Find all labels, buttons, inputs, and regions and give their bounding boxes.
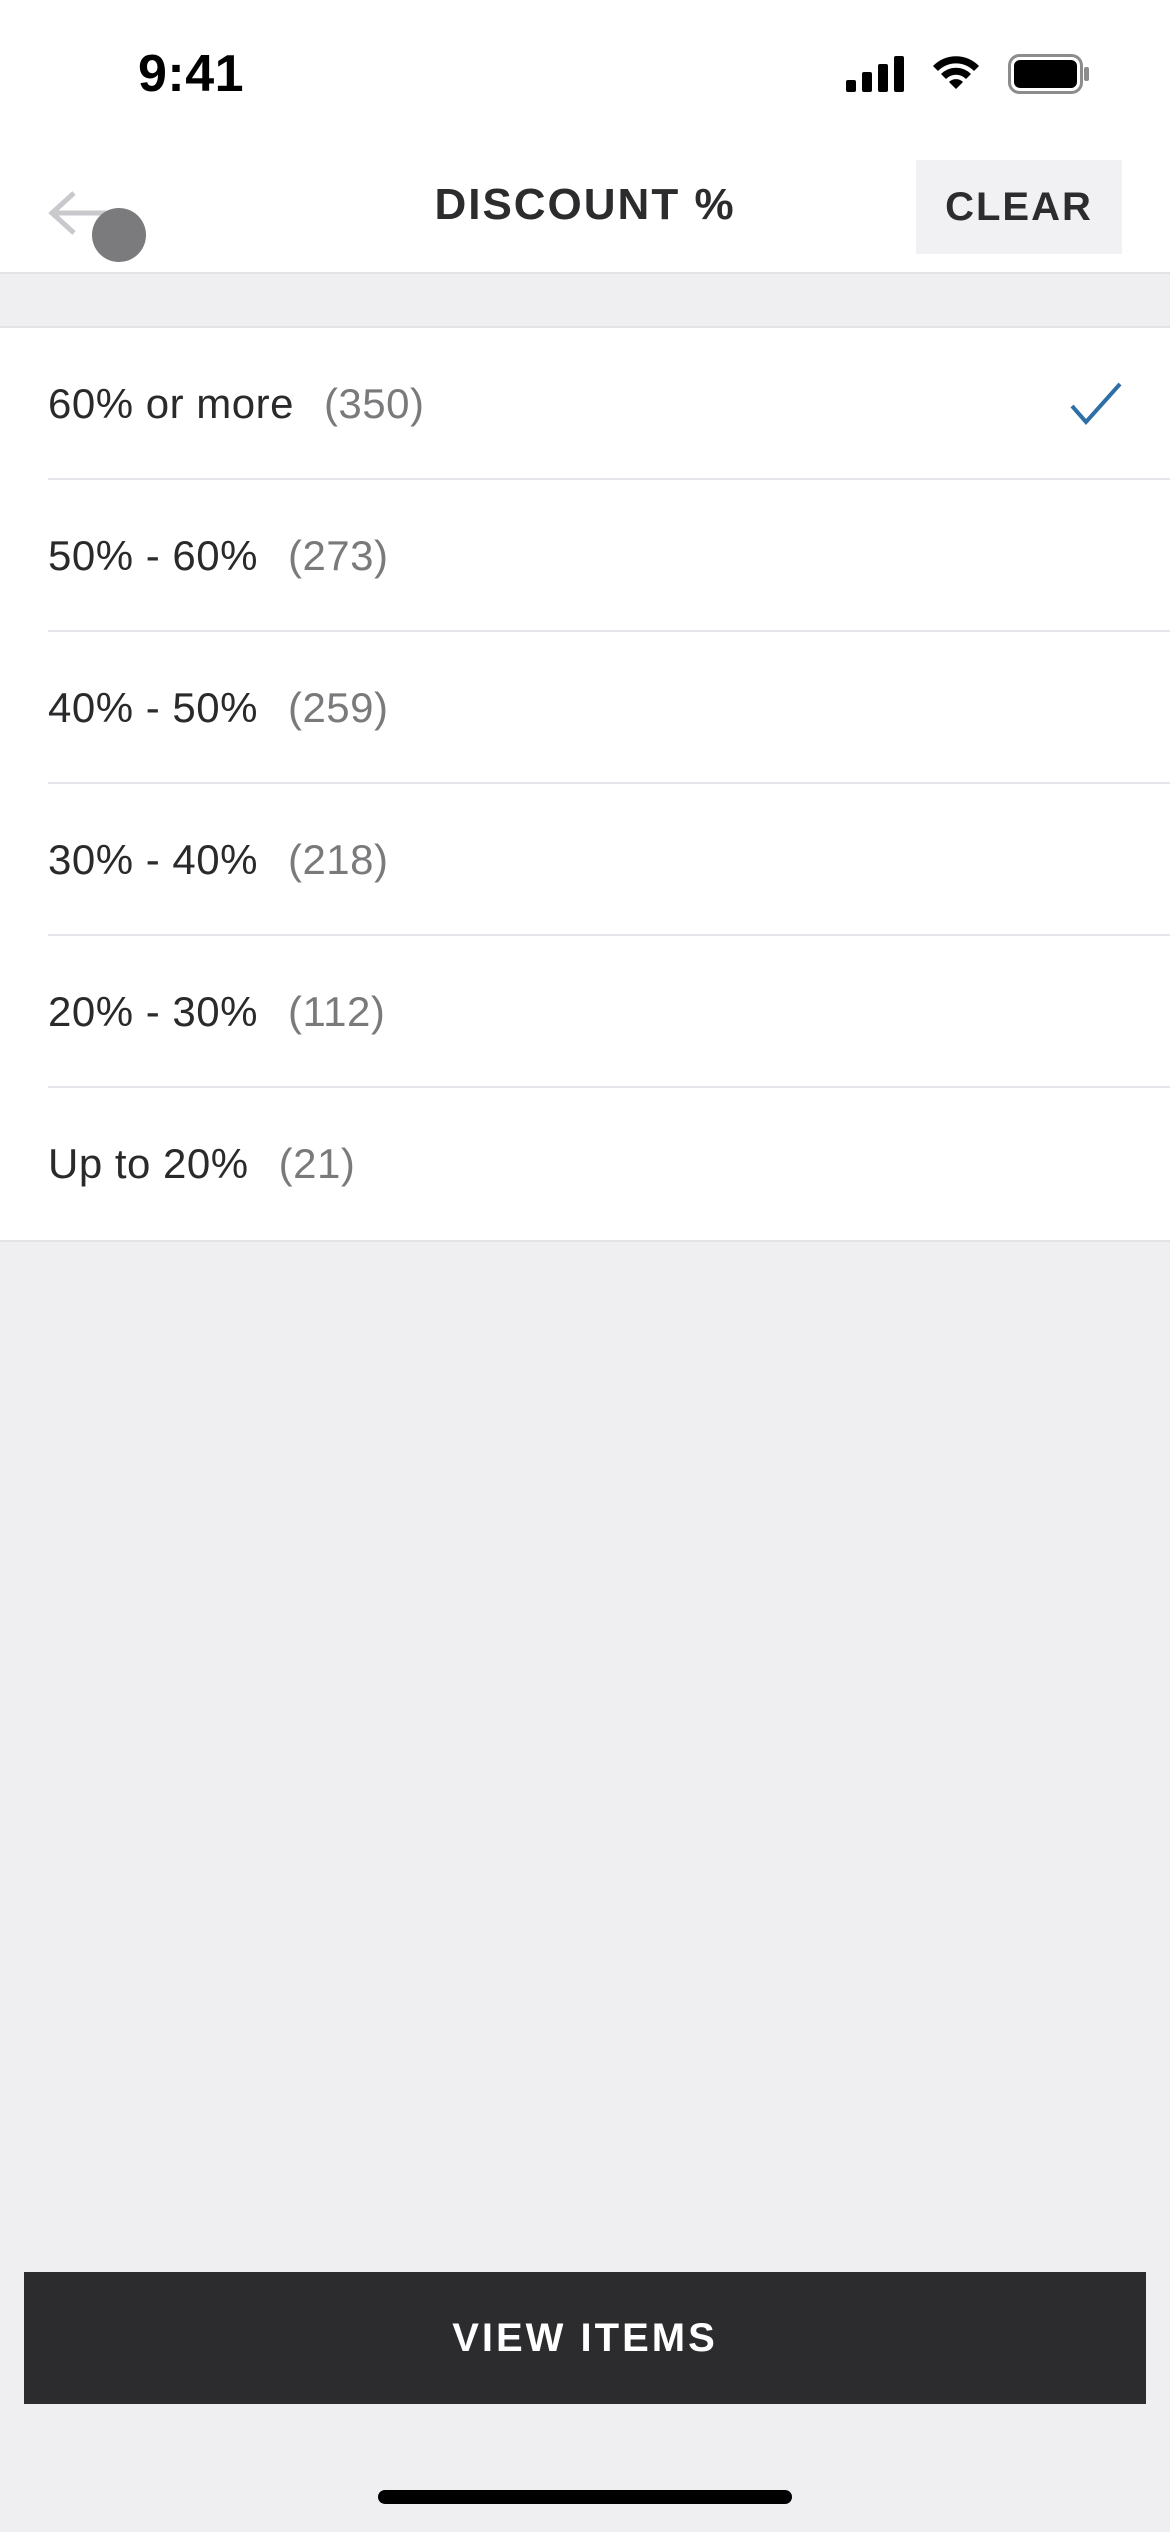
header: DISCOUNT % CLEAR: [0, 150, 1170, 274]
option-row-40-50[interactable]: 40% - 50% (259): [0, 632, 1170, 784]
option-label: 20% - 30%: [48, 988, 258, 1035]
option-count: (218): [287, 836, 389, 883]
option-label: 30% - 40%: [48, 836, 258, 883]
option-count: (21): [278, 1140, 356, 1187]
option-label: 60% or more: [48, 380, 294, 427]
option-label: 50% - 60%: [48, 532, 258, 579]
option-label: 40% - 50%: [48, 684, 258, 731]
option-row-60-plus[interactable]: 60% or more (350): [0, 328, 1170, 480]
option-row-50-60[interactable]: 50% - 60% (273): [0, 480, 1170, 632]
view-items-button[interactable]: VIEW ITEMS: [24, 2272, 1146, 2404]
option-count: (273): [287, 532, 389, 579]
status-icons: [846, 54, 1090, 99]
clear-button[interactable]: CLEAR: [916, 160, 1122, 254]
wifi-icon: [930, 55, 982, 98]
option-count: (112): [287, 988, 386, 1035]
status-bar: 9:41: [0, 0, 1170, 150]
home-indicator: [378, 2490, 792, 2504]
checkmark-icon: [1070, 382, 1122, 426]
status-time: 9:41: [138, 45, 245, 103]
cellular-signal-icon: [846, 56, 904, 97]
option-row-20-30[interactable]: 20% - 30% (112): [0, 936, 1170, 1088]
discount-options-list: 60% or more (350) 50% - 60% (273) 40% - …: [0, 326, 1170, 1242]
option-row-30-40[interactable]: 30% - 40% (218): [0, 784, 1170, 936]
option-label: Up to 20%: [48, 1140, 249, 1187]
option-count: (259): [287, 684, 389, 731]
option-count: (350): [323, 380, 425, 427]
battery-icon: [1008, 54, 1090, 99]
option-row-up-to-20[interactable]: Up to 20% (21): [0, 1088, 1170, 1240]
